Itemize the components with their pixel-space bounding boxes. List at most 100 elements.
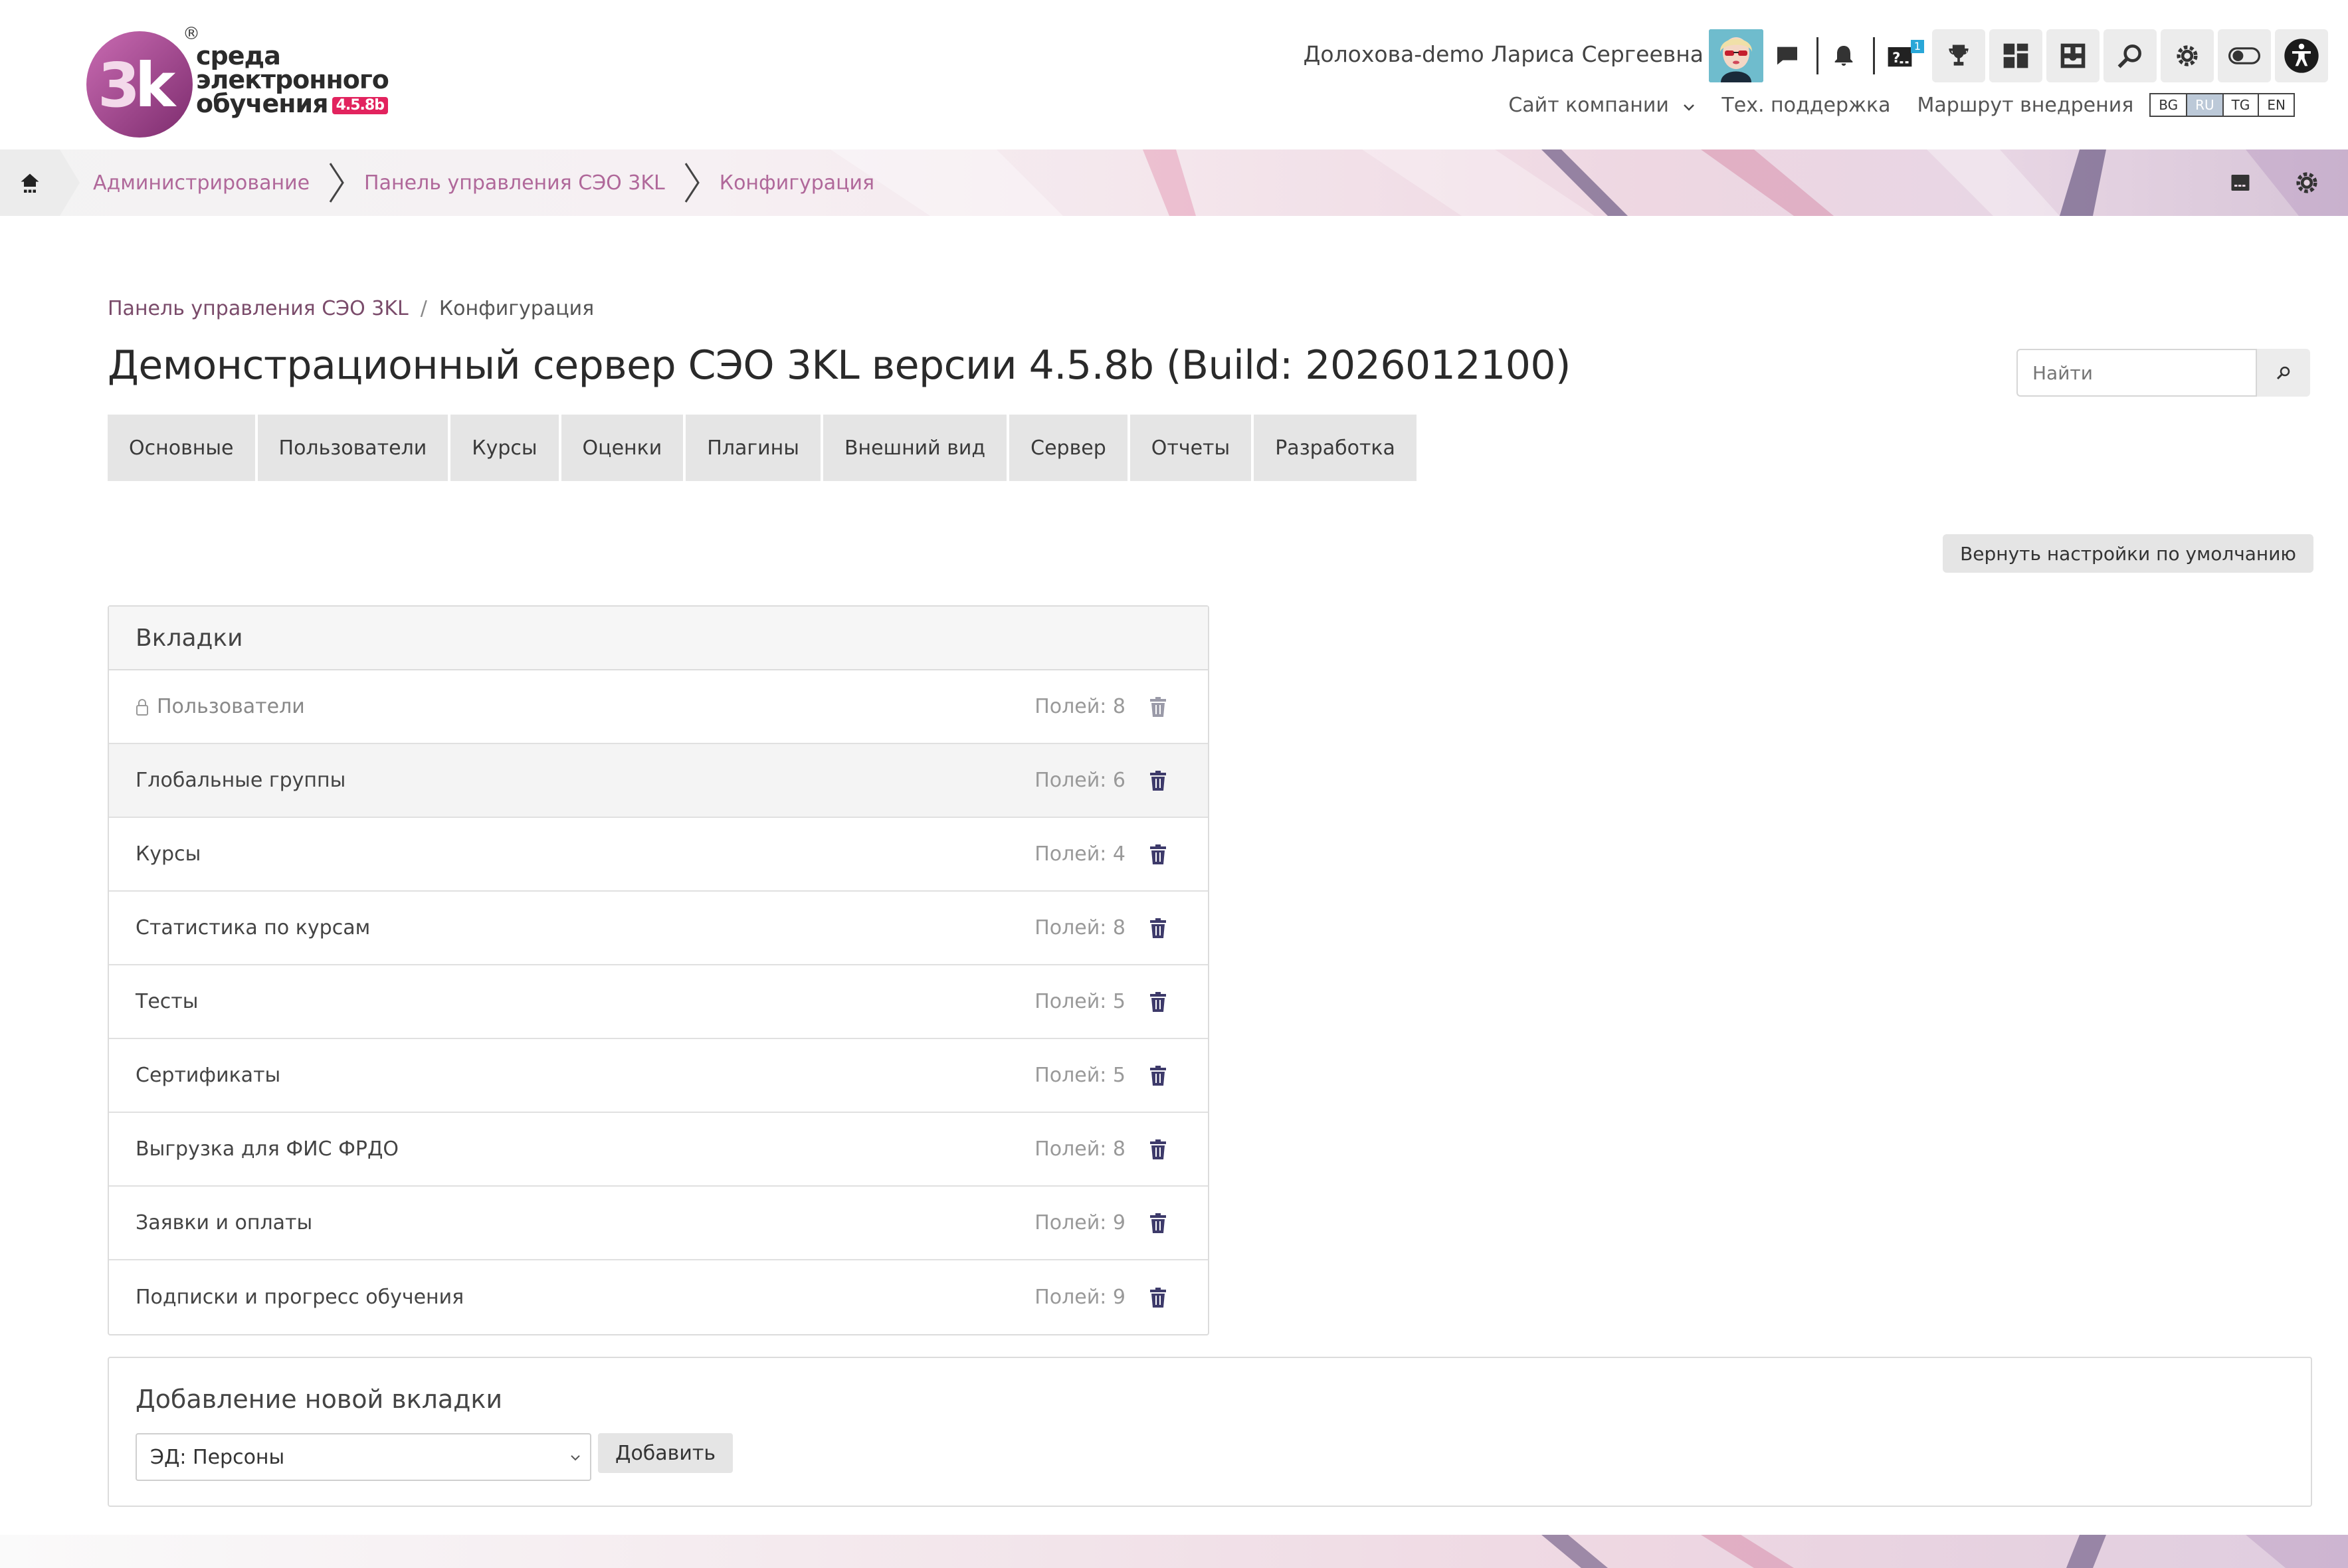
tab-development[interactable]: Разработка — [1254, 415, 1417, 481]
accessibility-button[interactable] — [2275, 29, 2328, 82]
list-item-name: Заявки и оплаты — [136, 1211, 313, 1234]
trash-icon — [1150, 1287, 1166, 1308]
tab-reports[interactable]: Отчеты — [1129, 415, 1252, 481]
trash-icon — [1150, 991, 1166, 1012]
trash-icon — [1150, 918, 1166, 938]
list-item[interactable]: Сертификаты Полей: 5 — [109, 1039, 1208, 1113]
list-item[interactable]: Статистика по курсам Полей: 8 — [109, 892, 1208, 965]
delete-button[interactable] — [1149, 1139, 1167, 1159]
footer-decoration — [0, 1535, 2348, 1568]
admin-search — [2016, 349, 2310, 397]
tab-grades[interactable]: Оценки — [561, 415, 684, 481]
trash-icon — [1150, 1065, 1166, 1086]
route-link[interactable]: Маршрут внедрения — [1917, 94, 2134, 117]
list-item-name: Глобальные группы — [136, 769, 346, 792]
lang-bg[interactable]: BG — [2151, 94, 2188, 116]
logo-line-2: электронного — [196, 65, 389, 94]
list-item-fields: Полей: 9 — [1034, 1286, 1125, 1309]
tab-plugins[interactable]: Плагины — [686, 415, 821, 481]
delete-button[interactable] — [1149, 1213, 1167, 1233]
search-icon — [2117, 45, 2141, 68]
save-page-button[interactable] — [2228, 171, 2252, 195]
toolbar-divider — [1873, 37, 1875, 74]
decorative-background — [1541, 1535, 2348, 1568]
reset-defaults-button[interactable]: Вернуть настройки по умолчанию — [1943, 534, 2313, 573]
list-item[interactable]: Глобальные группы Полей: 6 — [109, 744, 1208, 818]
messages-button[interactable] — [1767, 29, 1807, 82]
toolbar-divider — [1816, 37, 1818, 74]
site-logo[interactable]: 3 k ® среда электронного обучения 4.5.8b — [83, 24, 389, 144]
tab-type-selected: ЭД: Персоны — [150, 1445, 285, 1469]
breadcrumb: Администрирование Панель управления СЭО … — [93, 149, 874, 216]
logo-wordmark: среда электронного обучения 4.5.8b — [196, 41, 389, 118]
delete-button[interactable] — [1149, 991, 1167, 1012]
tab-type-select[interactable]: ЭД: Персоны — [136, 1433, 591, 1481]
search-icon — [2276, 366, 2290, 380]
list-item-fields: Полей: 9 — [1034, 1211, 1125, 1234]
achievements-button[interactable] — [1932, 29, 1985, 82]
chevron-down-icon — [1684, 104, 1695, 111]
dashboard-button[interactable] — [1989, 29, 2042, 82]
delete-button[interactable] — [1149, 1065, 1167, 1086]
lang-tg[interactable]: TG — [2224, 94, 2260, 116]
logo-line-3: обучения — [196, 89, 329, 118]
support-link[interactable]: Тех. поддержка — [1721, 94, 1890, 117]
list-item[interactable]: Курсы Полей: 4 — [109, 818, 1208, 892]
tab-courses[interactable]: Курсы — [450, 415, 559, 481]
search-button[interactable] — [2103, 29, 2157, 82]
list-item-fields: Полей: 8 — [1034, 916, 1125, 939]
language-switcher: BG RU TG EN — [2149, 93, 2295, 117]
delete-button[interactable] — [1149, 1287, 1167, 1308]
list-item[interactable]: Подписки и прогресс обучения Полей: 9 — [109, 1260, 1208, 1334]
breadcrumb-admin[interactable]: Администрирование — [93, 171, 310, 195]
trash-icon — [1150, 1213, 1166, 1233]
card-icon — [2231, 175, 2250, 191]
logo-line-1: среда — [196, 41, 281, 70]
lang-en[interactable]: EN — [2259, 94, 2294, 116]
delete-button — [1149, 696, 1167, 717]
delete-button[interactable] — [1149, 770, 1167, 791]
trash-icon — [1150, 770, 1166, 791]
company-site-link[interactable]: Сайт компании — [1508, 94, 1695, 117]
chat-icon — [1777, 47, 1797, 65]
list-item-fields: Полей: 8 — [1034, 695, 1125, 718]
list-item[interactable]: Заявки и оплаты Полей: 9 — [109, 1187, 1208, 1260]
delete-button[interactable] — [1149, 844, 1167, 864]
subcrumb-panel-link[interactable]: Панель управления СЭО 3KL — [108, 297, 409, 320]
tab-server[interactable]: Сервер — [1009, 415, 1127, 481]
user-avatar[interactable] — [1709, 29, 1763, 82]
breadcrumb-panel[interactable]: Панель управления СЭО 3KL — [364, 171, 665, 195]
tab-users[interactable]: Пользователи — [257, 415, 448, 481]
delete-button[interactable] — [1149, 918, 1167, 938]
accessibility-icon — [2284, 39, 2319, 73]
breadcrumb-arrow — [60, 149, 80, 216]
breadcrumb-bar: Администрирование Панель управления СЭО … — [0, 149, 2348, 216]
list-item[interactable]: Выгрузка для ФИС ФРДО Полей: 8 — [109, 1113, 1208, 1187]
list-item[interactable]: Пользователи Полей: 8 — [109, 670, 1208, 744]
page-settings-button[interactable] — [2292, 168, 2321, 197]
add-tab-button[interactable]: Добавить — [598, 1433, 734, 1473]
settings-button[interactable] — [2161, 29, 2214, 82]
svg-text:3: 3 — [98, 50, 140, 121]
help-queue-button[interactable]: ? 1 — [1880, 29, 1928, 82]
tab-general[interactable]: Основные — [108, 415, 255, 481]
search-submit-button[interactable] — [2257, 349, 2310, 397]
catalog-button[interactable] — [2046, 29, 2100, 82]
lang-ru[interactable]: RU — [2187, 94, 2224, 116]
search-input[interactable] — [2016, 349, 2257, 397]
add-tab-panel: Добавление новой вкладки ЭД: Персоны Доб… — [108, 1357, 2312, 1507]
page-breadcrumb: Панель управления СЭО 3KL / Конфигурация — [108, 297, 594, 320]
user-name[interactable]: Долохова-demo Лариса Сергеевна — [1304, 41, 1704, 67]
breadcrumb-config[interactable]: Конфигурация — [720, 171, 874, 195]
tabs-panel: Вкладки Пользователи Полей: 8 Глобальные… — [108, 605, 1209, 1335]
avatar-image — [1709, 29, 1763, 82]
notifications-button[interactable] — [1824, 29, 1864, 82]
page-title: Демонстрационный сервер СЭО 3KL версии 4… — [108, 342, 1571, 389]
add-tab-title: Добавление новой вкладки — [136, 1385, 503, 1414]
theme-toggle-button[interactable] — [2218, 29, 2271, 82]
home-button[interactable] — [0, 149, 60, 216]
gear-icon — [2177, 45, 2198, 66]
list-item[interactable]: Тесты Полей: 5 — [109, 965, 1208, 1039]
site-header: 3 k ® среда электронного обучения 4.5.8b … — [0, 0, 2348, 149]
tab-appearance[interactable]: Внешний вид — [823, 415, 1007, 481]
